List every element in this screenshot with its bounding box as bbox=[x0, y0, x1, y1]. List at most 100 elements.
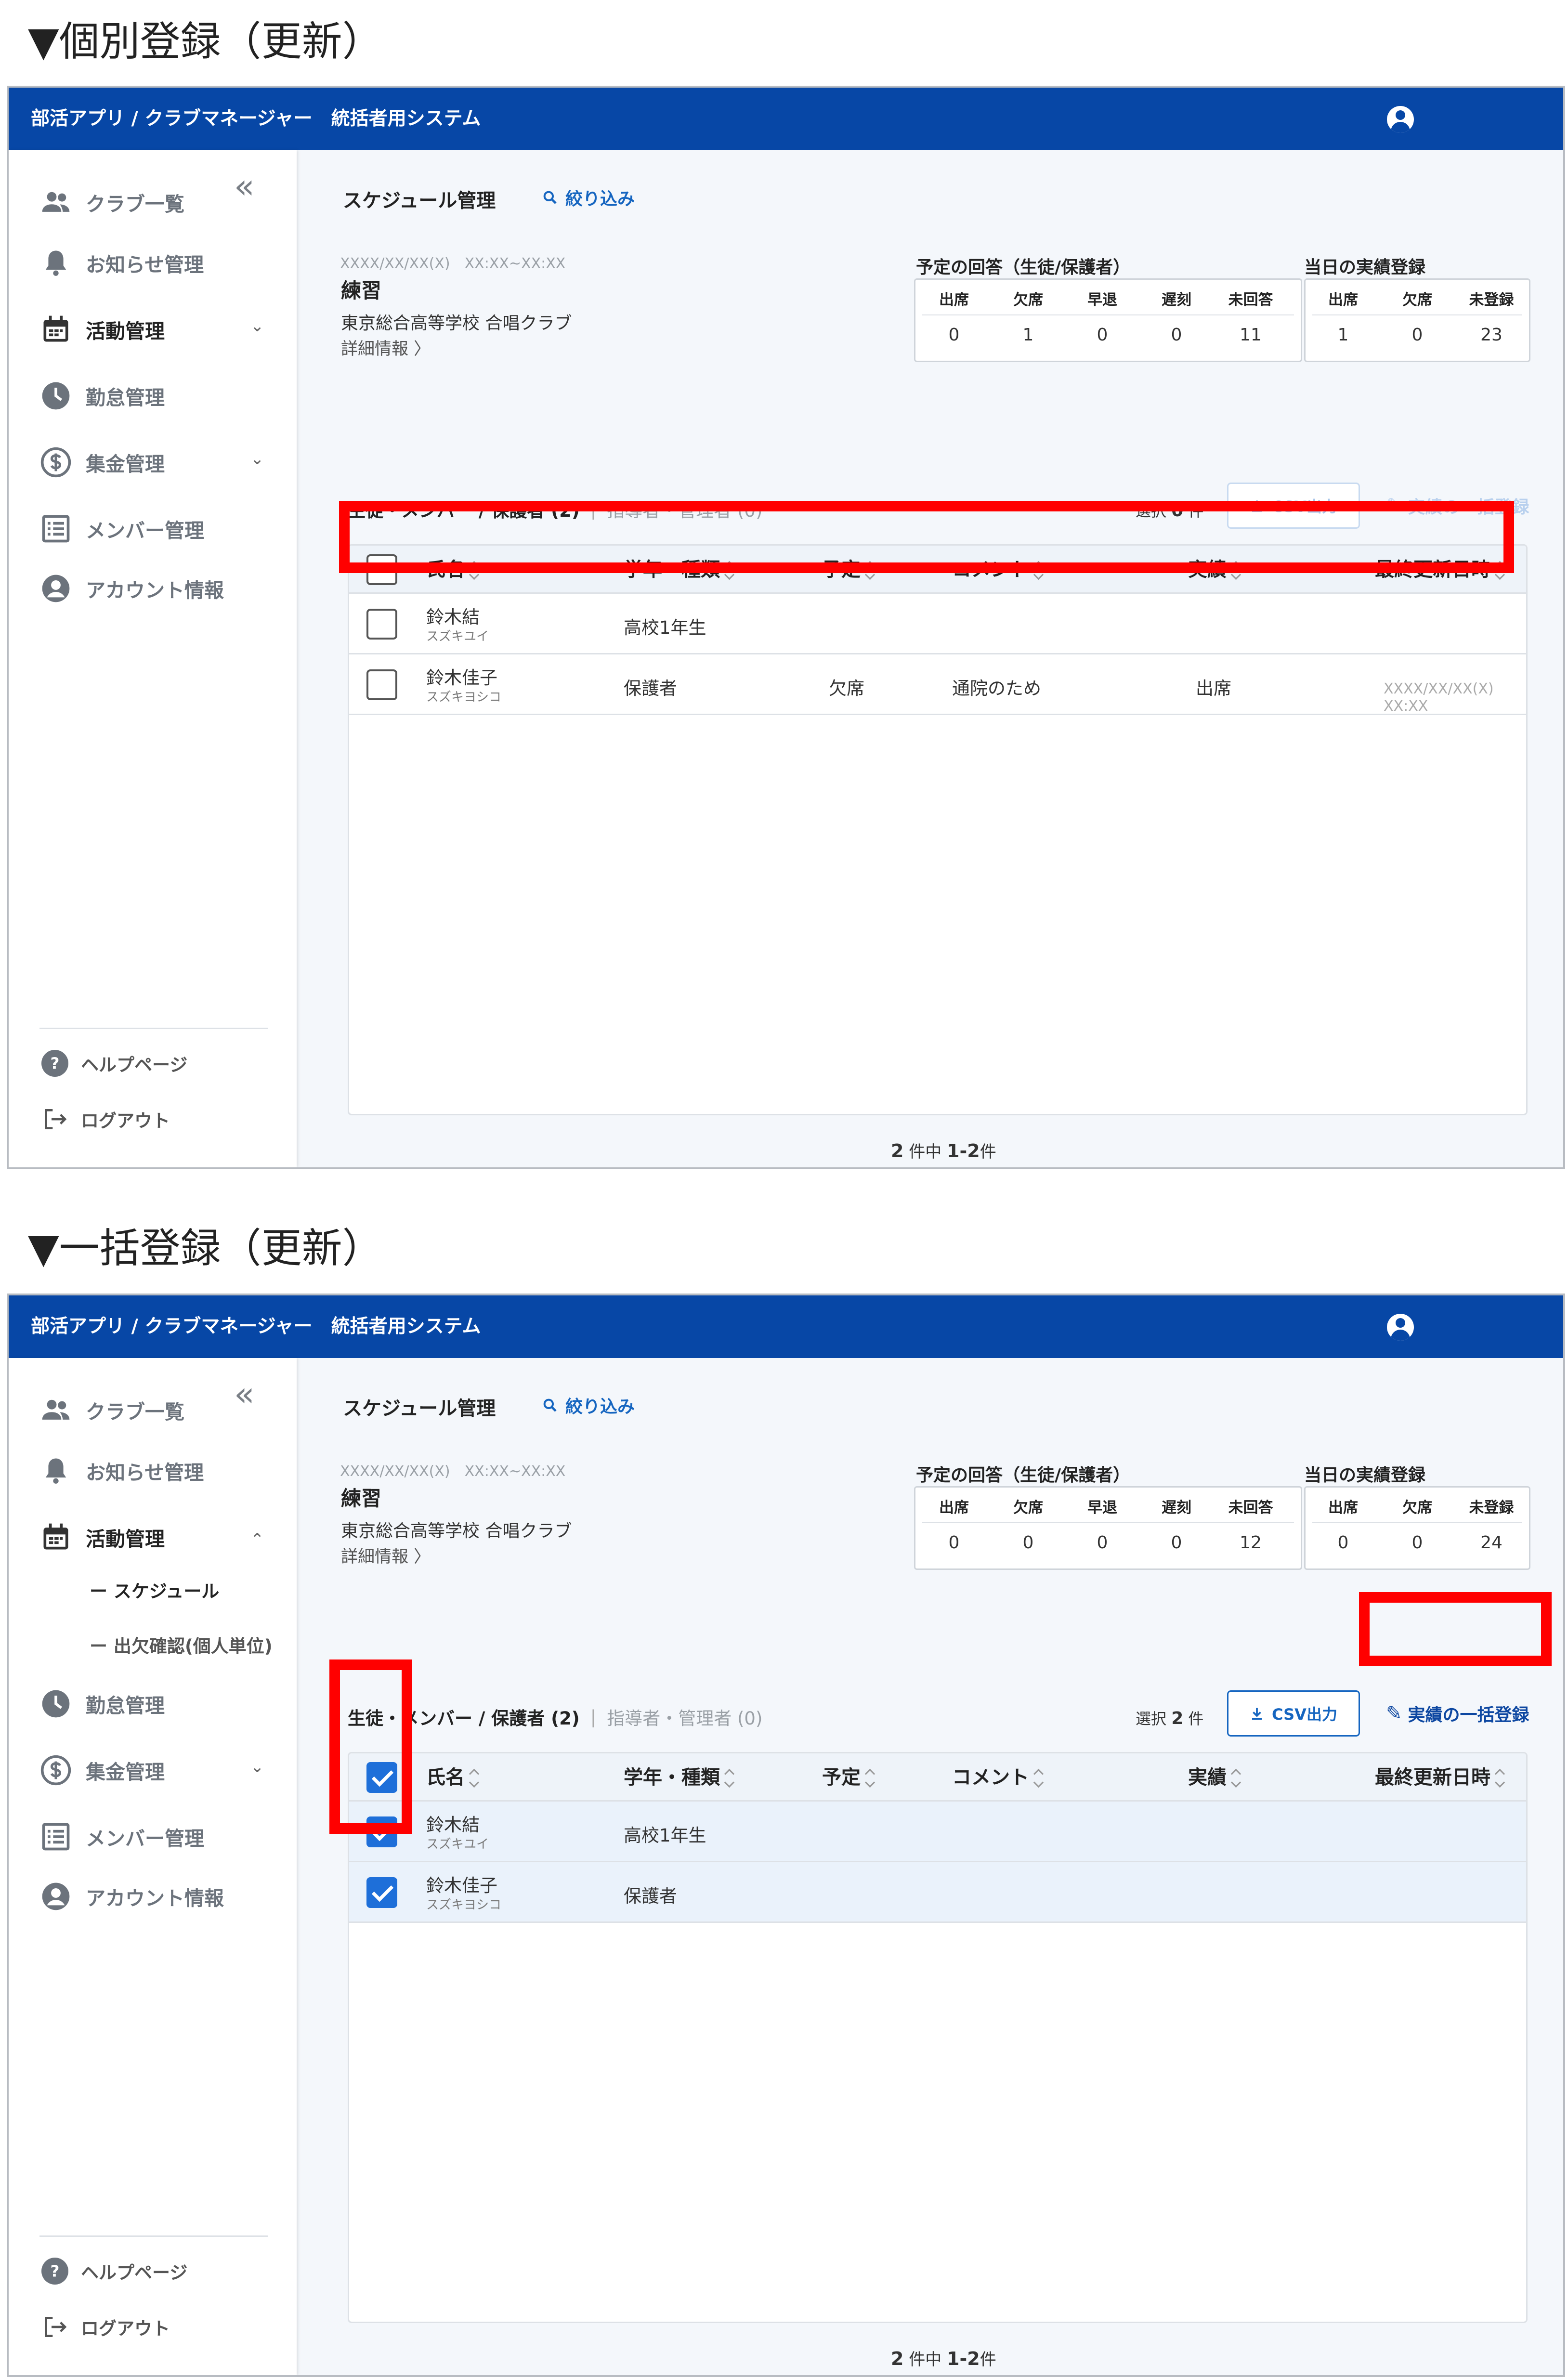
plan-summary-title: 予定の回答（生徒/保護者） bbox=[916, 258, 1131, 277]
table-row[interactable]: 鈴木結 スズキユイ 高校1年生 bbox=[349, 594, 1526, 654]
next-page-button[interactable]: › bbox=[970, 1168, 999, 1169]
sort-icon bbox=[1229, 1764, 1242, 1793]
sidebar-item-collection[interactable]: 集金管理 bbox=[39, 443, 165, 482]
actual-summary-title: 当日の実績登録 bbox=[1304, 258, 1426, 277]
table-row[interactable]: 鈴木佳子 スズキヨシコ 保護者 bbox=[349, 1862, 1526, 1923]
user-icon[interactable] bbox=[1387, 106, 1414, 133]
app-screenshot-individual: 部活アプリ / クラブマネージャー 統括者用システム « クラブ一覧 お知らせ管… bbox=[7, 86, 1565, 1169]
table-row[interactable]: 鈴木佳子 スズキヨシコ 保護者 欠席 通院のため 出席 XXXX/XX/XX(X… bbox=[349, 654, 1526, 715]
table-row[interactable]: 鈴木結 スズキユイ 高校1年生 bbox=[349, 1802, 1526, 1862]
row-checkbox[interactable] bbox=[366, 609, 397, 640]
row-checkbox[interactable] bbox=[366, 1877, 397, 1908]
people-icon bbox=[39, 1394, 72, 1426]
event-club: 東京総合高等学校 合唱クラブ bbox=[341, 314, 572, 333]
collapse-sidebar-icon[interactable]: « bbox=[234, 1377, 255, 1411]
download-icon bbox=[1250, 1706, 1264, 1721]
sidebar-item-clubs[interactable]: クラブ一覧 bbox=[39, 1391, 184, 1429]
column-plan[interactable]: 予定 bbox=[822, 1753, 876, 1802]
sidebar-item-clubs[interactable]: クラブ一覧 bbox=[39, 183, 184, 222]
event-detail-link[interactable]: 詳細情報 〉 bbox=[341, 335, 431, 360]
app-screenshot-bulk: 部活アプリ / クラブマネージャー 統括者用システム « クラブ一覧 お知らせ管… bbox=[7, 1294, 1565, 2377]
page-title: スケジュール管理 bbox=[343, 1398, 496, 1420]
bell-icon bbox=[39, 1454, 72, 1487]
help-icon: ? bbox=[41, 2258, 68, 2285]
member-plan: 欠席 bbox=[829, 678, 864, 699]
column-grade[interactable]: 学年・種類 bbox=[624, 1753, 735, 1802]
member-kana: スズキヨシコ bbox=[426, 1898, 502, 1912]
collapse-sidebar-icon[interactable]: « bbox=[234, 170, 255, 203]
sidebar-item-notices[interactable]: お知らせ管理 bbox=[39, 244, 204, 282]
sidebar-item-account[interactable]: アカウント情報 bbox=[39, 1877, 224, 1916]
sort-icon bbox=[468, 1764, 480, 1793]
page-title: スケジュール管理 bbox=[343, 190, 496, 212]
chevron-down-icon[interactable]: ⌄ bbox=[250, 318, 264, 334]
member-table: 氏名 学年・種類 予定 コメント 実績 最終更新日時 鈴木結 スズキユイ 高校1… bbox=[348, 544, 1528, 1115]
column-updated[interactable]: 最終更新日時 bbox=[1375, 1753, 1506, 1802]
page-1-button[interactable]: 1 bbox=[921, 2376, 950, 2377]
selected-count: 選択 2 件 bbox=[1136, 1709, 1204, 1728]
svg-text:?: ? bbox=[51, 2262, 60, 2281]
sidebar-item-account[interactable]: アカウント情報 bbox=[39, 569, 224, 608]
prev-page-button[interactable]: ‹ bbox=[872, 1168, 901, 1169]
sidebar: « クラブ一覧 お知らせ管理 活動管理 ⌃ ー スケジュール ー 出欠確認(個人… bbox=[9, 1358, 297, 2375]
highlight-row bbox=[339, 501, 1514, 573]
logout-link[interactable]: ログアウト bbox=[41, 1106, 170, 1133]
actual-summary-title: 当日の実績登録 bbox=[1304, 1465, 1426, 1485]
filter-button[interactable]: 絞り込み bbox=[542, 185, 635, 210]
chevron-down-icon[interactable]: ⌄ bbox=[250, 451, 264, 467]
caption: ▼一括登録（更新） bbox=[28, 1225, 383, 1272]
help-link[interactable]: ? ヘルプページ bbox=[41, 2258, 187, 2285]
logout-link[interactable]: ログアウト bbox=[41, 2313, 170, 2340]
actual-summary: 出席 欠席 未登録 0 0 24 bbox=[1304, 1486, 1530, 1570]
chevron-up-icon[interactable]: ⌃ bbox=[250, 1531, 264, 1548]
member-name: 鈴木佳子 bbox=[426, 1875, 497, 1896]
next-page-button[interactable]: › bbox=[970, 2376, 999, 2377]
sidebar-item-members[interactable]: メンバー管理 bbox=[39, 510, 204, 548]
sidebar-item-attendance[interactable]: 勤怠管理 bbox=[39, 1685, 165, 1723]
member-updated: XXXX/XX/XX(X) XX:XX bbox=[1384, 680, 1508, 715]
list-icon bbox=[39, 1820, 72, 1853]
last-page-button[interactable]: » bbox=[1019, 2376, 1048, 2377]
filter-button[interactable]: 絞り込み bbox=[542, 1393, 635, 1418]
sidebar-item-attendance[interactable]: 勤怠管理 bbox=[39, 377, 165, 415]
row-checkbox[interactable] bbox=[366, 669, 397, 700]
people-icon bbox=[39, 186, 72, 219]
sidebar-subitem-schedule[interactable]: ー スケジュール bbox=[90, 1577, 219, 1603]
first-page-button[interactable]: « bbox=[823, 2376, 851, 2377]
column-actual[interactable]: 実績 bbox=[1188, 1753, 1242, 1802]
csv-export-button[interactable]: CSV出力 bbox=[1227, 1690, 1360, 1737]
help-link[interactable]: ? ヘルプページ bbox=[41, 1050, 187, 1077]
sidebar-item-activity[interactable]: 活動管理 bbox=[39, 1518, 165, 1556]
chevron-down-icon[interactable]: ⌄ bbox=[250, 1759, 264, 1775]
member-name: 鈴木結 bbox=[426, 1815, 480, 1835]
pagination: « ‹ 1 › » bbox=[823, 1168, 1068, 1169]
sidebar-item-notices[interactable]: お知らせ管理 bbox=[39, 1451, 204, 1490]
bulk-register-button[interactable]: ✎ 実績の一括登録 bbox=[1386, 1701, 1529, 1726]
member-grade: 高校1年生 bbox=[624, 1825, 706, 1846]
member-kana: スズキユイ bbox=[426, 1837, 489, 1852]
sidebar-item-members[interactable]: メンバー管理 bbox=[39, 1817, 204, 1856]
member-name: 鈴木佳子 bbox=[426, 667, 497, 688]
last-page-button[interactable]: » bbox=[1019, 1168, 1048, 1169]
sidebar-item-collection[interactable]: 集金管理 bbox=[39, 1751, 165, 1790]
main-content: スケジュール管理 絞り込み XXXX/XX/XX(X) XX:XX~XX:XX … bbox=[297, 1358, 1563, 2375]
column-name[interactable]: 氏名 bbox=[426, 1753, 480, 1802]
event-detail-link[interactable]: 詳細情報 〉 bbox=[341, 1543, 431, 1568]
first-page-button[interactable]: « bbox=[823, 1168, 851, 1169]
pencil-icon: ✎ bbox=[1386, 1702, 1402, 1725]
list-icon bbox=[39, 512, 72, 545]
app-title: 部活アプリ / クラブマネージャー 統括者用システム bbox=[31, 1316, 481, 1337]
plan-summary: 出席 欠席 早退 遅刻 未回答 0 1 0 0 11 bbox=[914, 278, 1302, 362]
page-1-button[interactable]: 1 bbox=[921, 1168, 950, 1169]
caption: ▼個別登録（更新） bbox=[28, 18, 383, 65]
prev-page-button[interactable]: ‹ bbox=[872, 2376, 901, 2377]
tab-staff[interactable]: 指導者・管理者 (0) bbox=[607, 1704, 762, 1730]
column-comment[interactable]: コメント bbox=[952, 1753, 1045, 1802]
sidebar-item-activity[interactable]: 活動管理 bbox=[39, 310, 165, 349]
sidebar-subitem-attendance-check[interactable]: ー 出欠確認(個人単位) bbox=[90, 1632, 273, 1658]
logout-icon bbox=[41, 1106, 68, 1133]
user-icon[interactable] bbox=[1387, 1314, 1414, 1341]
event-datetime: XXXX/XX/XX(X) XX:XX~XX:XX bbox=[340, 1463, 566, 1480]
event-name: 練習 bbox=[341, 1487, 382, 1510]
highlight-bulk-button bbox=[1359, 1592, 1552, 1666]
